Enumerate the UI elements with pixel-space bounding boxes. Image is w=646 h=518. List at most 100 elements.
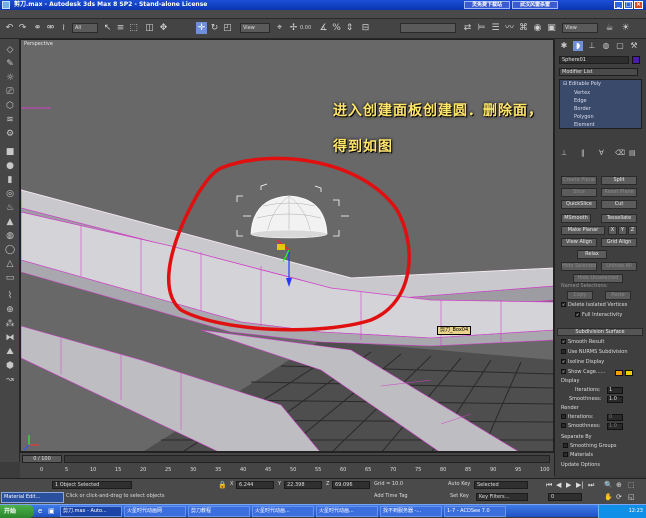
planar-x-button[interactable]: X	[608, 226, 617, 235]
select-manipulate-icon[interactable]: ✢	[288, 22, 299, 34]
cut-button[interactable]: Cut	[601, 200, 637, 209]
torus-icon[interactable]: ◎	[4, 189, 16, 200]
split-button[interactable]: Split	[601, 176, 637, 185]
maximize-viewport-icon[interactable]: ◱	[628, 493, 635, 501]
copy-button[interactable]: Copy	[567, 291, 593, 300]
systems-icon[interactable]: ⚙	[4, 129, 16, 140]
create-helpers-icon[interactable]: ⬡	[4, 101, 16, 112]
key-mode-dropdown[interactable]: Selected	[474, 481, 528, 489]
relax-button[interactable]: Relax	[577, 250, 607, 259]
reset-plane-button[interactable]: Reset Plane	[601, 188, 637, 197]
cylinder-icon[interactable]: ▮	[4, 175, 16, 186]
create-shapes-icon[interactable]: ✎	[4, 59, 16, 70]
make-planar-button[interactable]: Make Planar	[561, 226, 605, 235]
select-object-icon[interactable]: ↖	[102, 22, 113, 34]
close-button[interactable]: ×	[634, 1, 643, 9]
stack-root[interactable]: ⊟ Editable Poly	[563, 81, 601, 87]
configure-sets-icon[interactable]: ▤	[629, 149, 636, 157]
show-end-result-icon[interactable]: ‖	[581, 149, 585, 157]
pan-icon[interactable]: ✋	[604, 493, 613, 501]
modifier-stack[interactable]: ⊟ Editable Poly Vertex Edge Border Polyg…	[559, 79, 642, 129]
angle-snap-icon[interactable]: ∡	[318, 22, 329, 34]
named-selection-icon[interactable]: ⊟	[360, 22, 371, 34]
x-coordinate-field[interactable]: 6.244	[236, 481, 274, 489]
align-icon[interactable]: ⊨	[476, 22, 487, 34]
selection-filter-dropdown[interactable]: All	[72, 23, 98, 33]
display-tab-icon[interactable]: ▢	[615, 41, 625, 51]
auto-key-button[interactable]: Auto Key	[448, 481, 470, 488]
viewport-label[interactable]: Perspective	[24, 41, 53, 47]
zoom-all-icon[interactable]: ⊕	[616, 481, 622, 489]
current-frame-field[interactable]: 0	[548, 493, 582, 501]
percent-snap-icon[interactable]: %	[331, 22, 342, 34]
space-warps-icon[interactable]: ≋	[4, 115, 16, 126]
stack-item-element[interactable]: Element	[574, 122, 595, 128]
delete-isolated-checkbox[interactable]: ✓ Delete Isolated Vertices	[561, 302, 627, 309]
remove-modifier-icon[interactable]: ⌫	[615, 149, 625, 157]
quicklaunch-ie-icon[interactable]: e	[38, 507, 42, 515]
full-interactivity-checkbox[interactable]: ✓ Full Interactivity	[575, 312, 622, 319]
next-frame-icon[interactable]: ▶|	[576, 481, 584, 489]
maximize-button[interactable]: □	[624, 1, 633, 9]
stack-item-edge[interactable]: Edge	[574, 98, 587, 104]
mesher-icon[interactable]: ⬢	[4, 361, 16, 372]
window-crossing-icon[interactable]: ◫	[144, 22, 155, 34]
make-unique-icon[interactable]: ∀	[599, 149, 604, 157]
undo-icon[interactable]: ↶	[4, 22, 15, 34]
set-key-button[interactable]: Set Key	[450, 493, 469, 500]
material-editor-icon[interactable]: ◉	[532, 22, 543, 34]
quicklaunch-desktop-icon[interactable]: ▣	[48, 507, 55, 515]
render-scene-icon[interactable]: ▣	[546, 22, 557, 34]
motion-tab-icon[interactable]: ◍	[601, 41, 611, 51]
layer-manager-icon[interactable]: ☰	[490, 22, 501, 34]
mirror-icon[interactable]: ⇄	[462, 22, 473, 34]
pin-stack-icon[interactable]: ⊥	[561, 149, 567, 157]
go-to-end-icon[interactable]: ⏭	[588, 481, 594, 490]
create-cameras-icon[interactable]: ⎚	[4, 87, 16, 98]
track-bar[interactable]: 0 5 10 15 20 25 30 35 40 45 50 55 60 65 70 75 80 85 90 95 10…	[40, 467, 552, 477]
sphere-icon[interactable]: ●	[4, 161, 16, 172]
grid-align-button[interactable]: Grid Align	[601, 238, 637, 247]
top-tab-user[interactable]: 武汉风雷杀雷	[512, 1, 558, 9]
task-acdsee[interactable]: 1-7 - ACDSee 7.0	[444, 506, 506, 517]
rotate-icon[interactable]: ↻	[209, 22, 220, 34]
schematic-view-icon[interactable]: ⌘	[518, 22, 529, 34]
orbit-icon[interactable]: ⟳	[616, 493, 622, 501]
add-time-tag[interactable]: Add Time Tag	[374, 493, 408, 500]
quickslice-button[interactable]: QuickSlice	[561, 200, 597, 209]
perspective-viewport[interactable]: Perspective 进入创建面板创建圆．删除面， 得到如图 剪刀_Box04	[20, 39, 554, 452]
tube-icon[interactable]: ◯	[4, 245, 16, 256]
named-selection-sets-dropdown[interactable]	[400, 23, 456, 33]
unhide-all-button[interactable]: Unhide All	[601, 262, 637, 271]
link-icon[interactable]: ⚭	[32, 22, 43, 34]
tessellate-button[interactable]: Tessellate	[601, 214, 637, 223]
connect-icon[interactable]: ⧓	[4, 333, 16, 344]
smoothness-spinner[interactable]: 1.0	[607, 396, 623, 403]
hide-unselected-button[interactable]: Hide Unselected	[573, 274, 623, 283]
render-iterations-spinner[interactable]: 0	[607, 414, 623, 421]
create-geometry-icon[interactable]: ◇	[4, 45, 16, 56]
top-tab-download[interactable]: 灵免费下载站	[464, 1, 510, 9]
select-and-move-icon[interactable]: ✛	[196, 22, 207, 34]
go-to-start-icon[interactable]: ⏮	[546, 481, 552, 490]
smooth-result-checkbox[interactable]: ✓ Smooth Result	[561, 339, 604, 346]
loft-icon[interactable]: ⌇	[4, 291, 16, 302]
select-move-icon[interactable]: ✥	[158, 22, 169, 34]
stack-item-border[interactable]: Border	[574, 106, 591, 112]
plane-icon[interactable]: ▭	[4, 273, 16, 284]
paste-button[interactable]: Paste	[605, 291, 631, 300]
materials-checkbox[interactable]: Materials	[563, 452, 593, 459]
terrain-icon[interactable]: ⛰	[4, 347, 16, 358]
cage-color-swatch-2[interactable]	[625, 370, 633, 376]
render-smoothness-spinner[interactable]: 1.0	[607, 423, 623, 430]
zoom-icon[interactable]: 🔍	[604, 481, 613, 489]
box-icon[interactable]: ■	[4, 147, 16, 158]
view-align-button[interactable]: View Align	[561, 238, 597, 247]
y-coordinate-field[interactable]: 22.398	[284, 481, 322, 489]
task-browser-4[interactable]: 找不到服务器 -...	[380, 506, 442, 517]
unlink-icon[interactable]: ⚮	[45, 22, 56, 34]
msmooth-button[interactable]: MSmooth	[561, 214, 591, 223]
use-nurms-checkbox[interactable]: Use NURMS Subdivision	[561, 349, 628, 356]
scatter-icon[interactable]: ⁂	[4, 319, 16, 330]
time-slider[interactable]: 0 / 100	[22, 455, 62, 463]
